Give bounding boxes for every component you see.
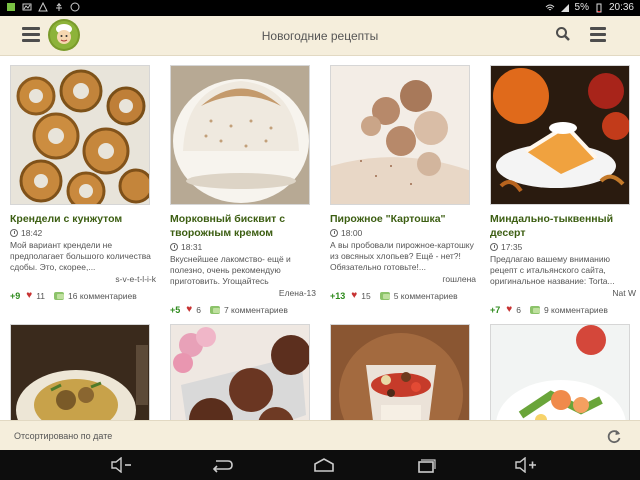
heart-icon[interactable]: ♥ bbox=[26, 290, 32, 301]
comments-icon bbox=[379, 291, 390, 300]
recipe-time-value: 18:31 bbox=[181, 242, 203, 252]
recipe-author[interactable]: Nat W bbox=[490, 288, 636, 298]
recipe-stats: +5 ♥ 6 7 комментариев bbox=[170, 304, 320, 315]
recents-icon[interactable] bbox=[414, 457, 438, 473]
clock-icon bbox=[10, 229, 18, 237]
comments-count[interactable]: 9 комментариев bbox=[544, 305, 608, 315]
warning-icon bbox=[38, 2, 48, 12]
search-icon[interactable] bbox=[555, 26, 571, 42]
recipe-time: 18:00 bbox=[330, 228, 480, 238]
comments-icon bbox=[529, 305, 540, 314]
comments-count[interactable]: 16 комментариев bbox=[68, 291, 137, 301]
more-icon bbox=[590, 27, 606, 30]
likes-count: 6 bbox=[516, 304, 521, 315]
recipe-image[interactable] bbox=[330, 324, 470, 420]
recipe-image[interactable] bbox=[170, 65, 310, 205]
recipe-image[interactable] bbox=[170, 324, 310, 420]
recipe-card[interactable]: Пирожное "Картошка" 18:00 А вы пробовали… bbox=[330, 65, 480, 301]
signal-icon bbox=[560, 3, 569, 12]
recipe-time-value: 18:00 bbox=[341, 228, 363, 238]
volume-down-icon[interactable] bbox=[110, 457, 134, 473]
recipe-author[interactable]: s-v-e-t-l-i-k bbox=[10, 274, 156, 284]
recipe-title[interactable]: Морковный бисквит с творожным кремом bbox=[170, 212, 318, 240]
clock-time: 20:36 bbox=[608, 2, 634, 13]
recipe-time: 18:42 bbox=[10, 228, 160, 238]
heart-icon[interactable]: ♥ bbox=[506, 304, 512, 315]
battery-level: 5% bbox=[574, 2, 589, 13]
recipe-image[interactable] bbox=[330, 65, 470, 205]
recipe-image[interactable] bbox=[490, 324, 630, 420]
recipe-time-value: 18:42 bbox=[21, 228, 43, 238]
recipe-card[interactable]: Крендели с кунжутом 18:42 Мой вариант кр… bbox=[10, 65, 160, 301]
more-icon-line bbox=[590, 33, 606, 36]
recipe-grid[interactable]: Крендели с кунжутом 18:42 Мой вариант кр… bbox=[0, 57, 640, 420]
volume-up-icon[interactable] bbox=[514, 457, 538, 473]
usb-icon bbox=[56, 3, 62, 11]
image-icon bbox=[22, 3, 32, 11]
clock-icon bbox=[330, 229, 338, 237]
recipe-image[interactable] bbox=[10, 65, 150, 205]
recipe-image[interactable] bbox=[490, 65, 630, 205]
recipe-card[interactable]: Миндально-тыквенный десерт 17:35 Предлаг… bbox=[490, 65, 640, 315]
viber-icon bbox=[70, 2, 80, 12]
recipe-time-value: 17:35 bbox=[501, 242, 523, 252]
comments-icon bbox=[54, 291, 65, 300]
recipe-description: А вы пробовали пирожное-картошку из овся… bbox=[330, 240, 474, 272]
likes-count: 6 bbox=[196, 304, 201, 315]
back-icon[interactable] bbox=[210, 457, 234, 473]
recipe-card[interactable] bbox=[170, 324, 320, 420]
comments-count[interactable]: 5 комментариев bbox=[394, 291, 458, 301]
status-bar: 5% 20:36 bbox=[0, 0, 640, 16]
battery-icon bbox=[596, 3, 602, 12]
recipe-score: +5 bbox=[170, 304, 181, 315]
recipe-title[interactable]: Пирожное "Картошка" bbox=[330, 212, 478, 226]
recipe-score: +9 bbox=[10, 290, 21, 301]
heart-icon[interactable]: ♥ bbox=[351, 290, 357, 301]
recipe-description: Вкуснейшее лакомство- ещё и полезно, оче… bbox=[170, 254, 291, 286]
recipe-time: 17:35 bbox=[490, 242, 640, 252]
home-icon[interactable] bbox=[312, 457, 336, 473]
sort-bar: Отсортировано по дате bbox=[0, 420, 640, 450]
clock-icon bbox=[170, 243, 178, 251]
recipe-score: +7 bbox=[490, 304, 501, 315]
recipe-title[interactable]: Миндально-тыквенный десерт bbox=[490, 212, 638, 240]
more-icon-line bbox=[590, 39, 606, 42]
recipe-description: Мой вариант крендели не предполагает бол… bbox=[10, 240, 151, 272]
recipe-author[interactable]: Елена-13 bbox=[170, 288, 316, 298]
recipe-stats: +9 ♥ 11 16 комментариев bbox=[10, 290, 160, 301]
likes-count: 11 bbox=[36, 290, 46, 301]
app-bar: Новогодние рецепты bbox=[0, 16, 640, 56]
more-menu-button[interactable] bbox=[590, 27, 606, 43]
heart-icon[interactable]: ♥ bbox=[186, 304, 192, 315]
recipe-stats: +13 ♥ 15 5 комментариев bbox=[330, 290, 480, 301]
page-title: Новогодние рецепты bbox=[261, 29, 379, 43]
comments-icon bbox=[209, 305, 220, 314]
recipe-description: Предлагаю вашему вниманию рецепт с италь… bbox=[490, 254, 615, 286]
recipe-image[interactable] bbox=[10, 324, 150, 420]
likes-count: 15 bbox=[361, 290, 371, 301]
recipe-card[interactable] bbox=[490, 324, 640, 420]
system-nav-bar bbox=[0, 450, 640, 480]
clock-icon bbox=[490, 243, 498, 251]
refresh-icon[interactable] bbox=[606, 428, 622, 444]
recipe-card[interactable] bbox=[330, 324, 480, 420]
recipe-score: +13 bbox=[330, 290, 346, 301]
recipe-time: 18:31 bbox=[170, 242, 320, 252]
recipe-title[interactable]: Крендели с кунжутом bbox=[10, 212, 158, 226]
comments-count[interactable]: 7 комментариев bbox=[224, 305, 288, 315]
recipe-card[interactable] bbox=[10, 324, 160, 420]
recipe-stats: +7 ♥ 6 9 комментариев bbox=[490, 304, 640, 315]
recipe-card[interactable]: Морковный бисквит с творожным кремом 18:… bbox=[170, 65, 320, 315]
wifi-icon bbox=[545, 4, 554, 10]
sort-label: Отсортировано по дате bbox=[14, 431, 113, 441]
android-debug-icon bbox=[7, 3, 15, 11]
recipe-author[interactable]: гошлена bbox=[330, 274, 476, 284]
